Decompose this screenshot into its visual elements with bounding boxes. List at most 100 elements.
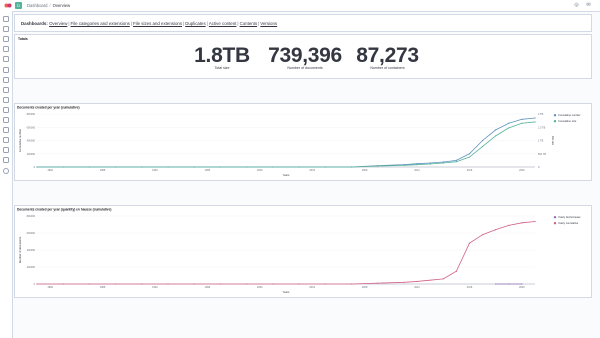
infra-icon[interactable]	[3, 86, 9, 93]
link-file-sizes[interactable]: File sizes and extensions	[133, 21, 182, 26]
y-tick-label: 600000	[27, 126, 36, 129]
data-point	[508, 224, 510, 226]
x-tick-label: 2020	[519, 286, 525, 289]
data-point	[534, 117, 536, 119]
chart-title: Documents created per year (quantity) en…	[17, 208, 111, 212]
breadcrumb-separator: /	[49, 2, 51, 8]
link-versions[interactable]: Versions	[260, 21, 277, 26]
totals-panel: Totals 1.8TB Total size 739,396 Number o…	[14, 34, 592, 79]
x-tick-label: 2016	[467, 286, 473, 289]
data-point	[403, 164, 405, 166]
data-point	[62, 283, 64, 285]
management-icon[interactable]	[3, 157, 9, 164]
series-line	[37, 221, 536, 285]
side-navigation	[0, 11, 13, 338]
help-icon[interactable]: ◎	[573, 2, 580, 9]
discover-icon[interactable]	[3, 26, 9, 33]
ml-icon[interactable]	[3, 76, 9, 83]
data-point	[350, 283, 353, 285]
legend-item[interactable]: Yearly cumulative	[558, 221, 579, 225]
link-active-content[interactable]: Active content	[209, 21, 237, 26]
logs-icon[interactable]	[3, 96, 9, 103]
legend-marker	[553, 216, 557, 219]
y-tick-label: 200000	[27, 153, 36, 156]
recent-icon[interactable]	[3, 16, 9, 22]
x-tick-label: 1988	[100, 286, 106, 289]
data-point	[495, 129, 497, 131]
data-point	[219, 283, 222, 285]
y-axis-label: Cumulative number	[18, 129, 22, 152]
x-tick-label: 1984	[47, 286, 53, 289]
app-logo[interactable]	[4, 2, 12, 9]
data-point	[416, 280, 418, 283]
devtools-icon[interactable]	[3, 137, 9, 144]
link-separator: |	[130, 21, 132, 26]
data-point	[193, 283, 195, 285]
link-duplicates[interactable]: Duplicates	[185, 21, 206, 26]
data-point	[141, 283, 143, 285]
data-point	[429, 163, 431, 165]
legend-item[interactable]: Cumulative number	[558, 113, 581, 117]
dashboard-icon[interactable]	[3, 46, 9, 53]
data-point	[324, 283, 326, 285]
collapse-icon[interactable]	[3, 167, 9, 174]
visualize-icon[interactable]	[3, 36, 9, 43]
data-point	[455, 159, 457, 161]
x-tick-label: 2000	[257, 286, 263, 289]
y-axis-label: Number of documents	[18, 236, 22, 263]
link-file-categories[interactable]: File categories and extensions	[71, 21, 130, 26]
data-point	[36, 166, 38, 168]
legend-marker	[553, 222, 557, 225]
y2-tick-label: 0	[538, 166, 540, 169]
siem-icon[interactable]	[3, 127, 9, 134]
monitoring-icon[interactable]	[3, 147, 9, 154]
data-point	[88, 283, 91, 285]
data-point	[429, 279, 431, 281]
x-tick-label: 2004	[309, 286, 315, 289]
x-tick-label: 1996	[205, 169, 211, 172]
canvas-icon[interactable]	[3, 56, 9, 63]
metric-total-size: 1.8TB Total size	[187, 45, 257, 71]
y-tick-label: 0	[34, 283, 36, 286]
data-point	[298, 166, 300, 168]
data-point	[468, 153, 471, 155]
newsfeed-icon[interactable]: ✉	[585, 2, 592, 9]
legend-item[interactable]: Cumulative size	[558, 119, 577, 123]
data-point	[468, 156, 471, 158]
maps-icon[interactable]	[3, 66, 9, 73]
data-point	[521, 122, 523, 124]
breadcrumb-item-dashboard[interactable]: Dashboard	[27, 3, 48, 8]
data-point	[416, 164, 418, 166]
apm-icon[interactable]	[3, 106, 9, 113]
legend-item[interactable]: Yearly doc/increase	[558, 215, 581, 219]
x-tick-label: 1996	[205, 286, 211, 289]
link-separator: |	[237, 21, 239, 26]
data-point	[377, 282, 379, 284]
x-tick-label: 2008	[362, 169, 368, 172]
breadcrumb-item-current: Overview	[52, 2, 71, 8]
x-tick-label: 2012	[414, 286, 420, 289]
x-tick-label: 1992	[152, 286, 158, 289]
data-point	[455, 161, 457, 163]
link-contents[interactable]: Contents	[240, 21, 258, 26]
breadcrumb: Dashboard / Overview	[27, 3, 70, 8]
dashboards-links: Dashboards: Overview|File categories and…	[21, 21, 277, 26]
y2-tick-label: 1.5 TB	[538, 126, 546, 129]
data-point	[246, 283, 248, 285]
data-point	[62, 166, 64, 168]
data-point	[455, 270, 457, 272]
dashboards-nav-panel: Dashboards: Overview|File categories and…	[14, 14, 592, 32]
data-point	[167, 166, 169, 168]
uptime-icon[interactable]	[3, 117, 9, 123]
metric-value: 739,396	[268, 44, 342, 67]
chart-panel-quantity: Documents created per year (quantity) en…	[14, 205, 592, 298]
series-line	[37, 117, 536, 168]
panel-title: Totals	[18, 37, 28, 41]
link-overview[interactable]: Overview	[49, 21, 67, 26]
space-avatar[interactable]: D	[15, 2, 22, 9]
x-tick-label: 2000	[257, 169, 263, 172]
data-point	[534, 220, 536, 223]
data-point	[468, 242, 471, 244]
data-point	[403, 281, 405, 283]
x-tick-label: 1984	[47, 169, 53, 172]
